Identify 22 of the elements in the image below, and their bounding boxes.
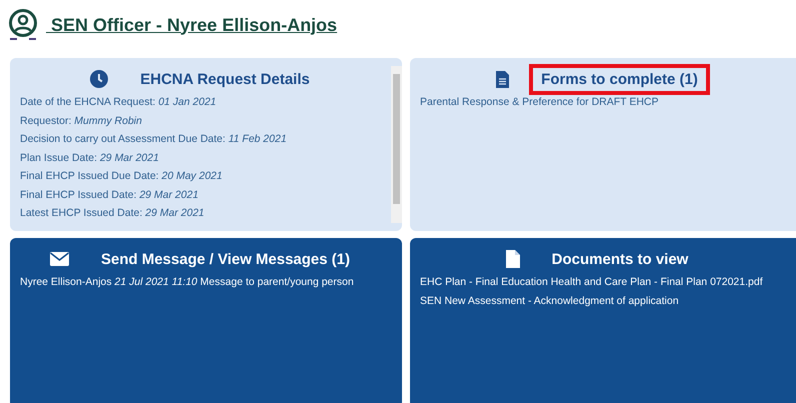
page-icon	[506, 250, 520, 268]
detail-line: Decision to carry out Assessment Due Date: 11 Feb 2021	[20, 133, 288, 145]
card-title: EHCNA Request Details	[139, 70, 311, 90]
user-profile-icon	[8, 9, 38, 41]
detail-line: Latest EHCP Issued Date: 29 Mar 2021	[20, 207, 206, 219]
officer-name-link[interactable]: SEN Officer - Nyree Ellison-Anjos	[46, 14, 338, 36]
item-link[interactable]: Parental Response & Preference for DRAFT EHCP	[420, 96, 786, 108]
item-link[interactable]: Nyree Ellison-Anjos 21 Jul 2021 11:10 Message to parent/young person	[20, 276, 392, 288]
clock-icon	[90, 70, 108, 88]
detail-line: Plan Issue Date: 29 Mar 2021	[20, 152, 160, 164]
card-title: Forms to complete (1)	[529, 64, 710, 94]
detail-line: Final EHCP Issued Date: 29 Mar 2021	[20, 188, 200, 200]
detail-line: Date of the EHCNA Request: 01 Jan 2021	[20, 96, 218, 108]
card-title: Documents to view	[550, 250, 690, 270]
detail-line: Final EHCP Issued Due Date: 20 May 2021	[20, 170, 224, 182]
scrollbar[interactable]	[391, 66, 402, 223]
document-icon	[496, 70, 510, 88]
envelope-icon	[50, 252, 69, 266]
card-title: Send Message / View Messages (1)	[100, 250, 351, 270]
detail-line: Requestor: Mummy Robin	[20, 114, 143, 126]
item-link[interactable]: EHC Plan - Final Education Health and Care Plan - Final Plan 072021.pdf	[420, 276, 786, 288]
item-link[interactable]: SEN New Assessment - Acknowledgment of application	[420, 294, 786, 306]
